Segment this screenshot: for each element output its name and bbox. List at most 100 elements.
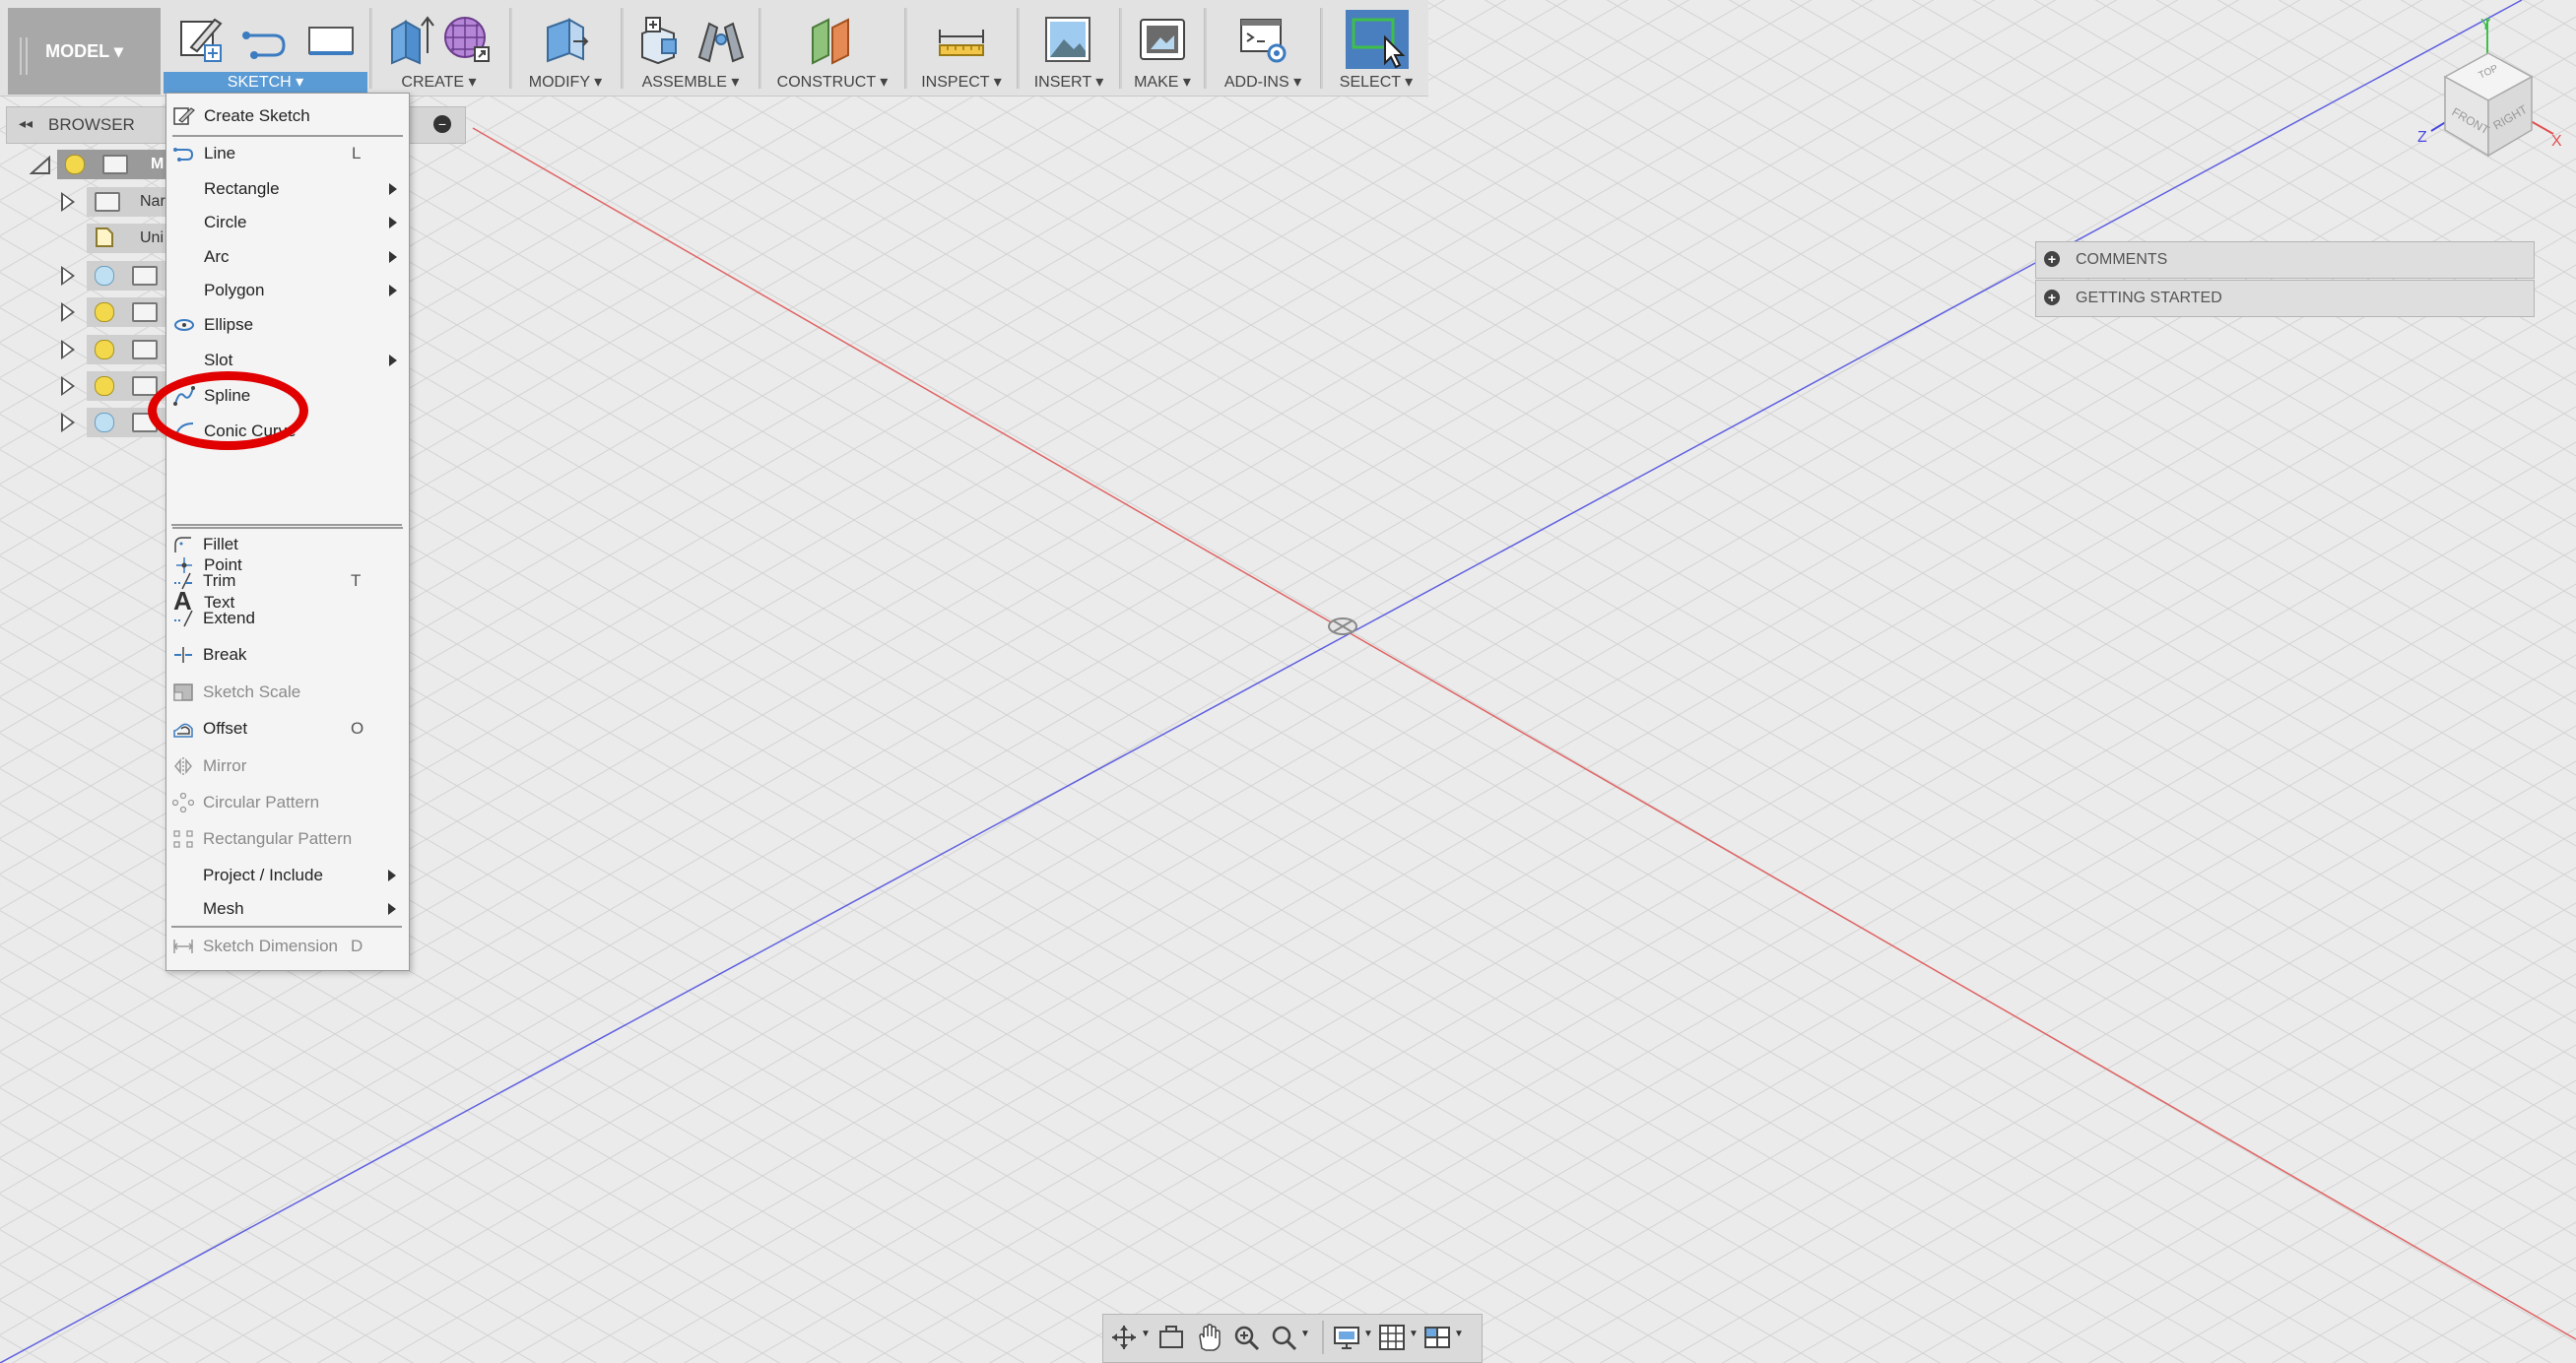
toolbar-group-add-ins[interactable]: ADD-INS ▾ [1208, 0, 1318, 96]
press-pull-icon[interactable] [540, 14, 591, 65]
dropdown-arrow-icon[interactable]: ▼ [1454, 1329, 1464, 1339]
line-icon[interactable] [240, 14, 292, 65]
menu-item-rectangular-pattern[interactable]: Rectangular Pattern [165, 824, 408, 854]
menu-item-rectangle[interactable]: Rectangle [166, 174, 409, 204]
form-icon[interactable] [441, 14, 493, 65]
fit-icon[interactable] [1269, 1323, 1298, 1352]
toolbar-group-sketch[interactable]: SKETCH ▾ [164, 0, 367, 96]
dropdown-arrow-icon[interactable]: ▼ [1141, 1329, 1151, 1339]
tree-root-row[interactable]: M [0, 148, 177, 181]
menu-item-mesh[interactable]: Mesh [165, 894, 408, 924]
visibility-bulb-icon[interactable] [95, 302, 114, 322]
toolbar-label-create[interactable]: CREATE ▾ [372, 72, 505, 94]
toolbar-label-construct[interactable]: CONSTRUCT ▾ [762, 72, 902, 94]
menu-item-project-include[interactable]: Project / Include [165, 861, 408, 890]
measure-icon[interactable] [936, 14, 987, 65]
dropdown-arrow-icon[interactable]: ▼ [1409, 1329, 1419, 1339]
pan-icon[interactable] [1194, 1323, 1223, 1352]
visibility-bulb-icon[interactable] [95, 340, 114, 359]
expand-arrow-icon[interactable] [30, 156, 51, 175]
tree-row[interactable] [0, 259, 177, 292]
menu-item-line[interactable]: Line L [166, 139, 409, 168]
svg-text:Z: Z [2417, 129, 2427, 146]
toolbar-group-construct[interactable]: CONSTRUCT ▾ [762, 0, 902, 96]
expand-arrow-icon[interactable] [61, 413, 75, 432]
origin-icon[interactable] [1328, 617, 1357, 635]
menu-item-break[interactable]: Break [165, 640, 408, 670]
toolbar-label-select[interactable]: SELECT ▾ [1324, 72, 1428, 94]
toolbar-label-assemble[interactable]: ASSEMBLE ▾ [625, 72, 757, 94]
tree-row[interactable] [0, 295, 177, 329]
visibility-bulb-icon[interactable] [95, 413, 114, 432]
toolbar-label-sketch[interactable]: SKETCH ▾ [164, 72, 367, 94]
tree-row[interactable]: Uni [0, 222, 177, 255]
menu-item-polygon[interactable]: Polygon [166, 276, 409, 305]
collapse-icon[interactable]: ◂◂ [19, 115, 33, 132]
joint-icon[interactable] [695, 14, 747, 65]
toolbar-group-assemble[interactable]: ASSEMBLE ▾ [625, 0, 757, 96]
pin-panel-icon[interactable]: − [433, 115, 451, 133]
grid-settings-icon[interactable] [1377, 1323, 1407, 1352]
menu-item-ellipse[interactable]: Ellipse [166, 310, 409, 340]
expand-arrow-icon[interactable] [61, 376, 75, 396]
toolbar-group-inspect[interactable]: INSPECT ▾ [908, 0, 1015, 96]
insert-image-icon[interactable] [1042, 14, 1093, 65]
rectangle-icon[interactable] [305, 14, 357, 65]
comments-panel[interactable]: + COMMENTS [2035, 241, 2535, 279]
menu-item-slot[interactable]: Slot [166, 346, 409, 375]
offset-plane-icon[interactable] [807, 14, 858, 65]
menu-item-offset[interactable]: Offset O [165, 714, 408, 744]
expand-plus-icon[interactable]: + [2044, 290, 2060, 305]
toolbar-group-select[interactable]: SELECT ▾ [1324, 0, 1428, 96]
select-icon[interactable] [1346, 10, 1409, 69]
zoom-icon[interactable] [1231, 1323, 1261, 1352]
menu-item-sketch-scale[interactable]: Sketch Scale [165, 678, 408, 707]
toolbar-label-add-ins[interactable]: ADD-INS ▾ [1208, 72, 1318, 94]
visibility-bulb-icon[interactable] [95, 266, 114, 286]
expand-arrow-icon[interactable] [61, 340, 75, 359]
visibility-bulb-icon[interactable] [65, 155, 85, 174]
3d-print-icon[interactable] [1137, 14, 1188, 65]
look-at-icon[interactable] [1156, 1323, 1186, 1352]
dropdown-arrow-icon[interactable]: ▼ [1363, 1329, 1373, 1339]
new-component-icon[interactable] [634, 14, 686, 65]
toolbar-group-insert[interactable]: INSERT ▾ [1021, 0, 1117, 96]
scripts-icon[interactable] [1237, 14, 1288, 65]
toolbar-group-make[interactable]: MAKE ▾ [1123, 0, 1202, 96]
expand-arrow-icon[interactable] [61, 266, 75, 286]
toolbar-group-create[interactable]: CREATE ▾ [372, 0, 505, 96]
expand-plus-icon[interactable]: + [2044, 251, 2060, 267]
expand-arrow-icon[interactable] [61, 302, 75, 322]
menu-item-extend[interactable]: Extend [165, 604, 408, 633]
component-icon [102, 155, 128, 174]
menu-item-trim[interactable]: Trim T [165, 566, 408, 596]
expand-arrow-icon[interactable] [61, 192, 75, 212]
toolbar-label-insert[interactable]: INSERT ▾ [1021, 72, 1117, 94]
menu-item-arc[interactable]: Arc [166, 242, 409, 272]
orbit-icon[interactable] [1109, 1323, 1139, 1352]
display-settings-icon[interactable] [1332, 1323, 1361, 1352]
folder-icon [95, 192, 120, 212]
getting-started-panel[interactable]: + GETTING STARTED [2035, 280, 2535, 317]
toolbar-divider [904, 8, 907, 89]
menu-item-circular-pattern[interactable]: Circular Pattern [165, 788, 408, 817]
toolbar-label-modify[interactable]: MODIFY ▾ [512, 72, 619, 94]
menu-item-fillet[interactable]: Fillet [165, 530, 408, 559]
dropdown-arrow-icon[interactable]: ▼ [1300, 1329, 1310, 1339]
navbar-divider [1322, 1321, 1324, 1354]
toolbar-label-inspect[interactable]: INSPECT ▾ [908, 72, 1015, 94]
workspace-switcher[interactable]: MODEL ▾ [8, 8, 161, 95]
menu-item-circle[interactable]: Circle [166, 208, 409, 237]
menu-item-sketch-dimension[interactable]: Sketch Dimension D [165, 932, 408, 961]
extrude-icon[interactable] [384, 14, 435, 65]
menu-item-mirror[interactable]: Mirror [165, 751, 408, 781]
menu-item-create-sketch[interactable]: Create Sketch [166, 101, 409, 131]
viewcube[interactable]: Y Z X TOP FRONT RIGHT [2394, 8, 2571, 165]
toolbar-group-modify[interactable]: MODIFY ▾ [512, 0, 619, 96]
toolbar-label-make[interactable]: MAKE ▾ [1123, 72, 1202, 94]
tree-row[interactable] [0, 333, 177, 366]
create-sketch-icon[interactable] [175, 14, 227, 65]
tree-row[interactable]: Nar [0, 185, 177, 219]
viewports-icon[interactable] [1422, 1323, 1452, 1352]
visibility-bulb-icon[interactable] [95, 376, 114, 396]
